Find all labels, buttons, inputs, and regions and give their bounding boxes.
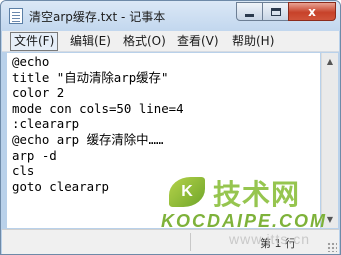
menu-view[interactable]: 查看(V) [174, 32, 222, 51]
vertical-scrollbar[interactable]: ▲ ▼ [321, 53, 338, 228]
editor-line: @echo arp 缓存清除中…… [12, 131, 164, 147]
menu-help[interactable]: 帮助(H) [229, 32, 277, 51]
arrow-up-icon[interactable]: ▲ [322, 53, 338, 70]
menu-edit[interactable]: 编辑(E) [67, 32, 114, 51]
menu-bar: 文件(F) 编辑(E) 格式(O) 查看(V) 帮助(H) [2, 31, 339, 52]
editor-line: title "自动清除arp缓存" [12, 69, 169, 85]
menu-file[interactable]: 文件(F) [10, 32, 59, 51]
maximize-button[interactable] [262, 2, 289, 21]
editor-line: goto cleararp [12, 178, 109, 194]
editor-line: cls [12, 163, 35, 179]
resize-grip-icon[interactable] [327, 242, 337, 252]
maximize-icon [270, 7, 281, 16]
minimize-icon [245, 14, 254, 17]
arrow-down-icon[interactable]: ▼ [322, 211, 338, 228]
menu-format[interactable]: 格式(O) [120, 32, 169, 51]
editor-content[interactable]: @echo title "自动清除arp缓存" color 2 mode con… [7, 53, 320, 194]
close-button[interactable]: x [288, 2, 336, 21]
editor-line: :cleararp [12, 116, 80, 132]
editor-line: mode con cols=50 line=4 [12, 100, 184, 116]
editor-line: @echo [12, 54, 50, 69]
editor-line: color 2 [12, 85, 65, 101]
minimize-button[interactable] [236, 2, 263, 21]
text-editor[interactable]: @echo title "自动清除arp缓存" color 2 mode con… [7, 53, 320, 228]
status-bar: 第 1 行 [2, 229, 339, 254]
window-title: 清空arp缓存.txt - 记事本 [29, 10, 166, 24]
status-divider [190, 233, 191, 251]
notepad-window: 清空arp缓存.txt - 记事本 x 文件(F) 编辑(E) 格式(O) 查看… [0, 0, 341, 255]
editor-line: arp -d [12, 147, 57, 163]
cursor-position: 第 1 行 [260, 237, 296, 250]
notepad-icon [9, 8, 23, 24]
close-icon: x [308, 4, 316, 19]
title-bar[interactable]: 清空arp缓存.txt - 记事本 x [1, 1, 340, 31]
